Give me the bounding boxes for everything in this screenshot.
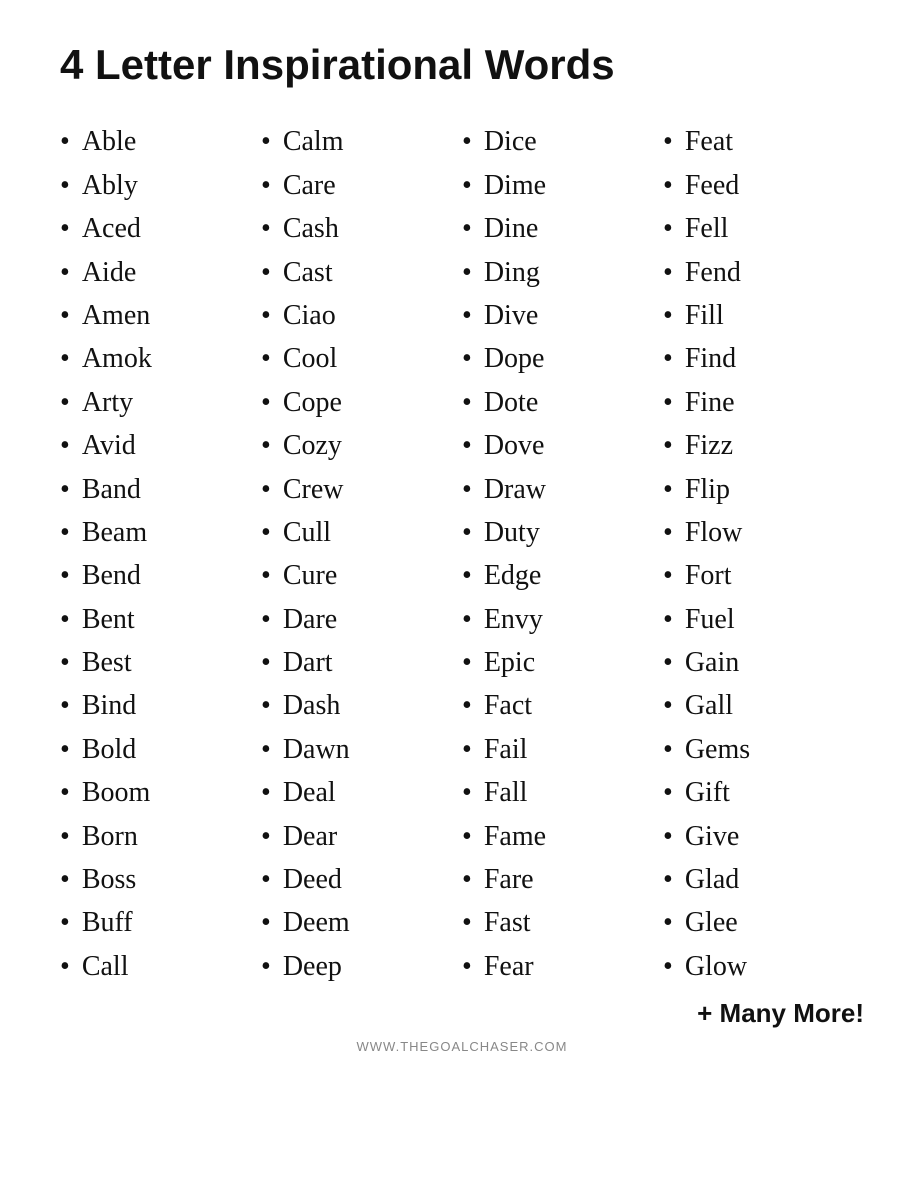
list-item: Dote <box>462 381 663 424</box>
list-item: Edge <box>462 554 663 597</box>
list-item: Avid <box>60 424 261 467</box>
page-title: 4 Letter Inspirational Words <box>60 40 864 90</box>
list-item: Dear <box>261 815 462 858</box>
list-item: Aide <box>60 251 261 294</box>
list-item: Fail <box>462 728 663 771</box>
list-item: Fame <box>462 815 663 858</box>
word-grid: AbleAblyAcedAideAmenAmokArtyAvidBandBeam… <box>60 120 864 988</box>
list-item: Feed <box>663 164 864 207</box>
list-item: Best <box>60 641 261 684</box>
list-item: Gems <box>663 728 864 771</box>
list-item: Dart <box>261 641 462 684</box>
list-item: Find <box>663 337 864 380</box>
list-item: Gift <box>663 771 864 814</box>
list-item: Fare <box>462 858 663 901</box>
list-item: Fine <box>663 381 864 424</box>
list-item: Give <box>663 815 864 858</box>
list-item: Gall <box>663 684 864 727</box>
list-item: Feat <box>663 120 864 163</box>
list-item: Deem <box>261 901 462 944</box>
list-item: Deed <box>261 858 462 901</box>
list-item: Deep <box>261 945 462 988</box>
list-item: Cozy <box>261 424 462 467</box>
list-item: Arty <box>60 381 261 424</box>
list-item: Ciao <box>261 294 462 337</box>
footer: + Many More! <box>60 998 864 1029</box>
list-item: Dawn <box>261 728 462 771</box>
list-item: Able <box>60 120 261 163</box>
list-item: Dove <box>462 424 663 467</box>
word-column-2: CalmCareCashCastCiaoCoolCopeCozyCrewCull… <box>261 120 462 988</box>
list-item: Fact <box>462 684 663 727</box>
list-item: Flip <box>663 468 864 511</box>
list-item: Fell <box>663 207 864 250</box>
website-url: WWW.THEGOALCHASER.COM <box>60 1039 864 1054</box>
word-column-1: AbleAblyAcedAideAmenAmokArtyAvidBandBeam… <box>60 120 261 988</box>
list-item: Buff <box>60 901 261 944</box>
list-item: Bent <box>60 598 261 641</box>
list-item: Band <box>60 468 261 511</box>
list-item: Glee <box>663 901 864 944</box>
list-item: Dine <box>462 207 663 250</box>
list-item: Fill <box>663 294 864 337</box>
list-item: Gain <box>663 641 864 684</box>
list-item: Dime <box>462 164 663 207</box>
list-item: Envy <box>462 598 663 641</box>
list-item: Born <box>60 815 261 858</box>
list-item: Draw <box>462 468 663 511</box>
list-item: Fall <box>462 771 663 814</box>
list-item: Fort <box>663 554 864 597</box>
list-item: Crew <box>261 468 462 511</box>
list-item: Calm <box>261 120 462 163</box>
list-item: Aced <box>60 207 261 250</box>
list-item: Glad <box>663 858 864 901</box>
list-item: Bold <box>60 728 261 771</box>
list-item: Fast <box>462 901 663 944</box>
many-more-label: + Many More! <box>60 998 864 1029</box>
list-item: Cure <box>261 554 462 597</box>
list-item: Fizz <box>663 424 864 467</box>
list-item: Ding <box>462 251 663 294</box>
word-column-3: DiceDimeDineDingDiveDopeDoteDoveDrawDuty… <box>462 120 663 988</box>
list-item: Dope <box>462 337 663 380</box>
list-item: Cope <box>261 381 462 424</box>
list-item: Dash <box>261 684 462 727</box>
list-item: Call <box>60 945 261 988</box>
list-item: Fear <box>462 945 663 988</box>
list-item: Cool <box>261 337 462 380</box>
list-item: Cull <box>261 511 462 554</box>
list-item: Epic <box>462 641 663 684</box>
list-item: Beam <box>60 511 261 554</box>
word-column-4: FeatFeedFellFendFillFindFineFizzFlipFlow… <box>663 120 864 988</box>
list-item: Bend <box>60 554 261 597</box>
list-item: Bind <box>60 684 261 727</box>
list-item: Dive <box>462 294 663 337</box>
list-item: Dare <box>261 598 462 641</box>
list-item: Cash <box>261 207 462 250</box>
list-item: Flow <box>663 511 864 554</box>
list-item: Fend <box>663 251 864 294</box>
list-item: Boom <box>60 771 261 814</box>
list-item: Amen <box>60 294 261 337</box>
list-item: Deal <box>261 771 462 814</box>
list-item: Dice <box>462 120 663 163</box>
list-item: Fuel <box>663 598 864 641</box>
list-item: Amok <box>60 337 261 380</box>
list-item: Duty <box>462 511 663 554</box>
list-item: Care <box>261 164 462 207</box>
list-item: Boss <box>60 858 261 901</box>
list-item: Glow <box>663 945 864 988</box>
list-item: Cast <box>261 251 462 294</box>
list-item: Ably <box>60 164 261 207</box>
